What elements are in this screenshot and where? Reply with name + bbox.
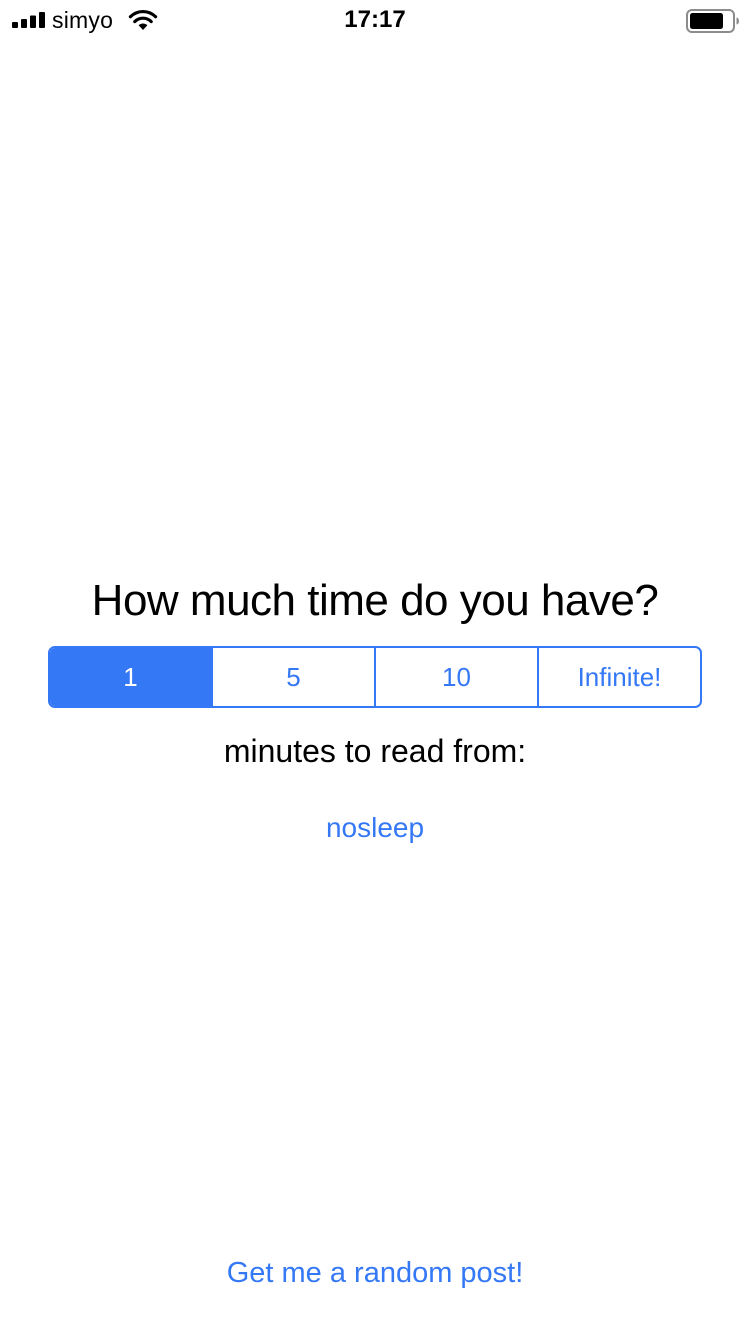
random-post-button[interactable]: Get me a random post!	[0, 1252, 750, 1294]
segment-5-minutes[interactable]: 5	[211, 648, 374, 706]
status-bar: simyo 17:17	[0, 0, 750, 40]
status-time: 17:17	[344, 6, 406, 33]
subreddit-selector-link[interactable]: nosleep	[0, 808, 750, 848]
segment-1-minute[interactable]: 1	[50, 648, 211, 706]
minutes-subtitle: minutes to read from:	[223, 733, 527, 769]
segment-infinite[interactable]: Infinite!	[537, 648, 700, 706]
segment-10-minutes[interactable]: 10	[374, 648, 537, 706]
time-segmented-control[interactable]: 1 5 10 Infinite!	[48, 646, 702, 708]
battery-icon	[686, 9, 739, 33]
time-question-heading: How much time do you have?	[91, 576, 659, 625]
